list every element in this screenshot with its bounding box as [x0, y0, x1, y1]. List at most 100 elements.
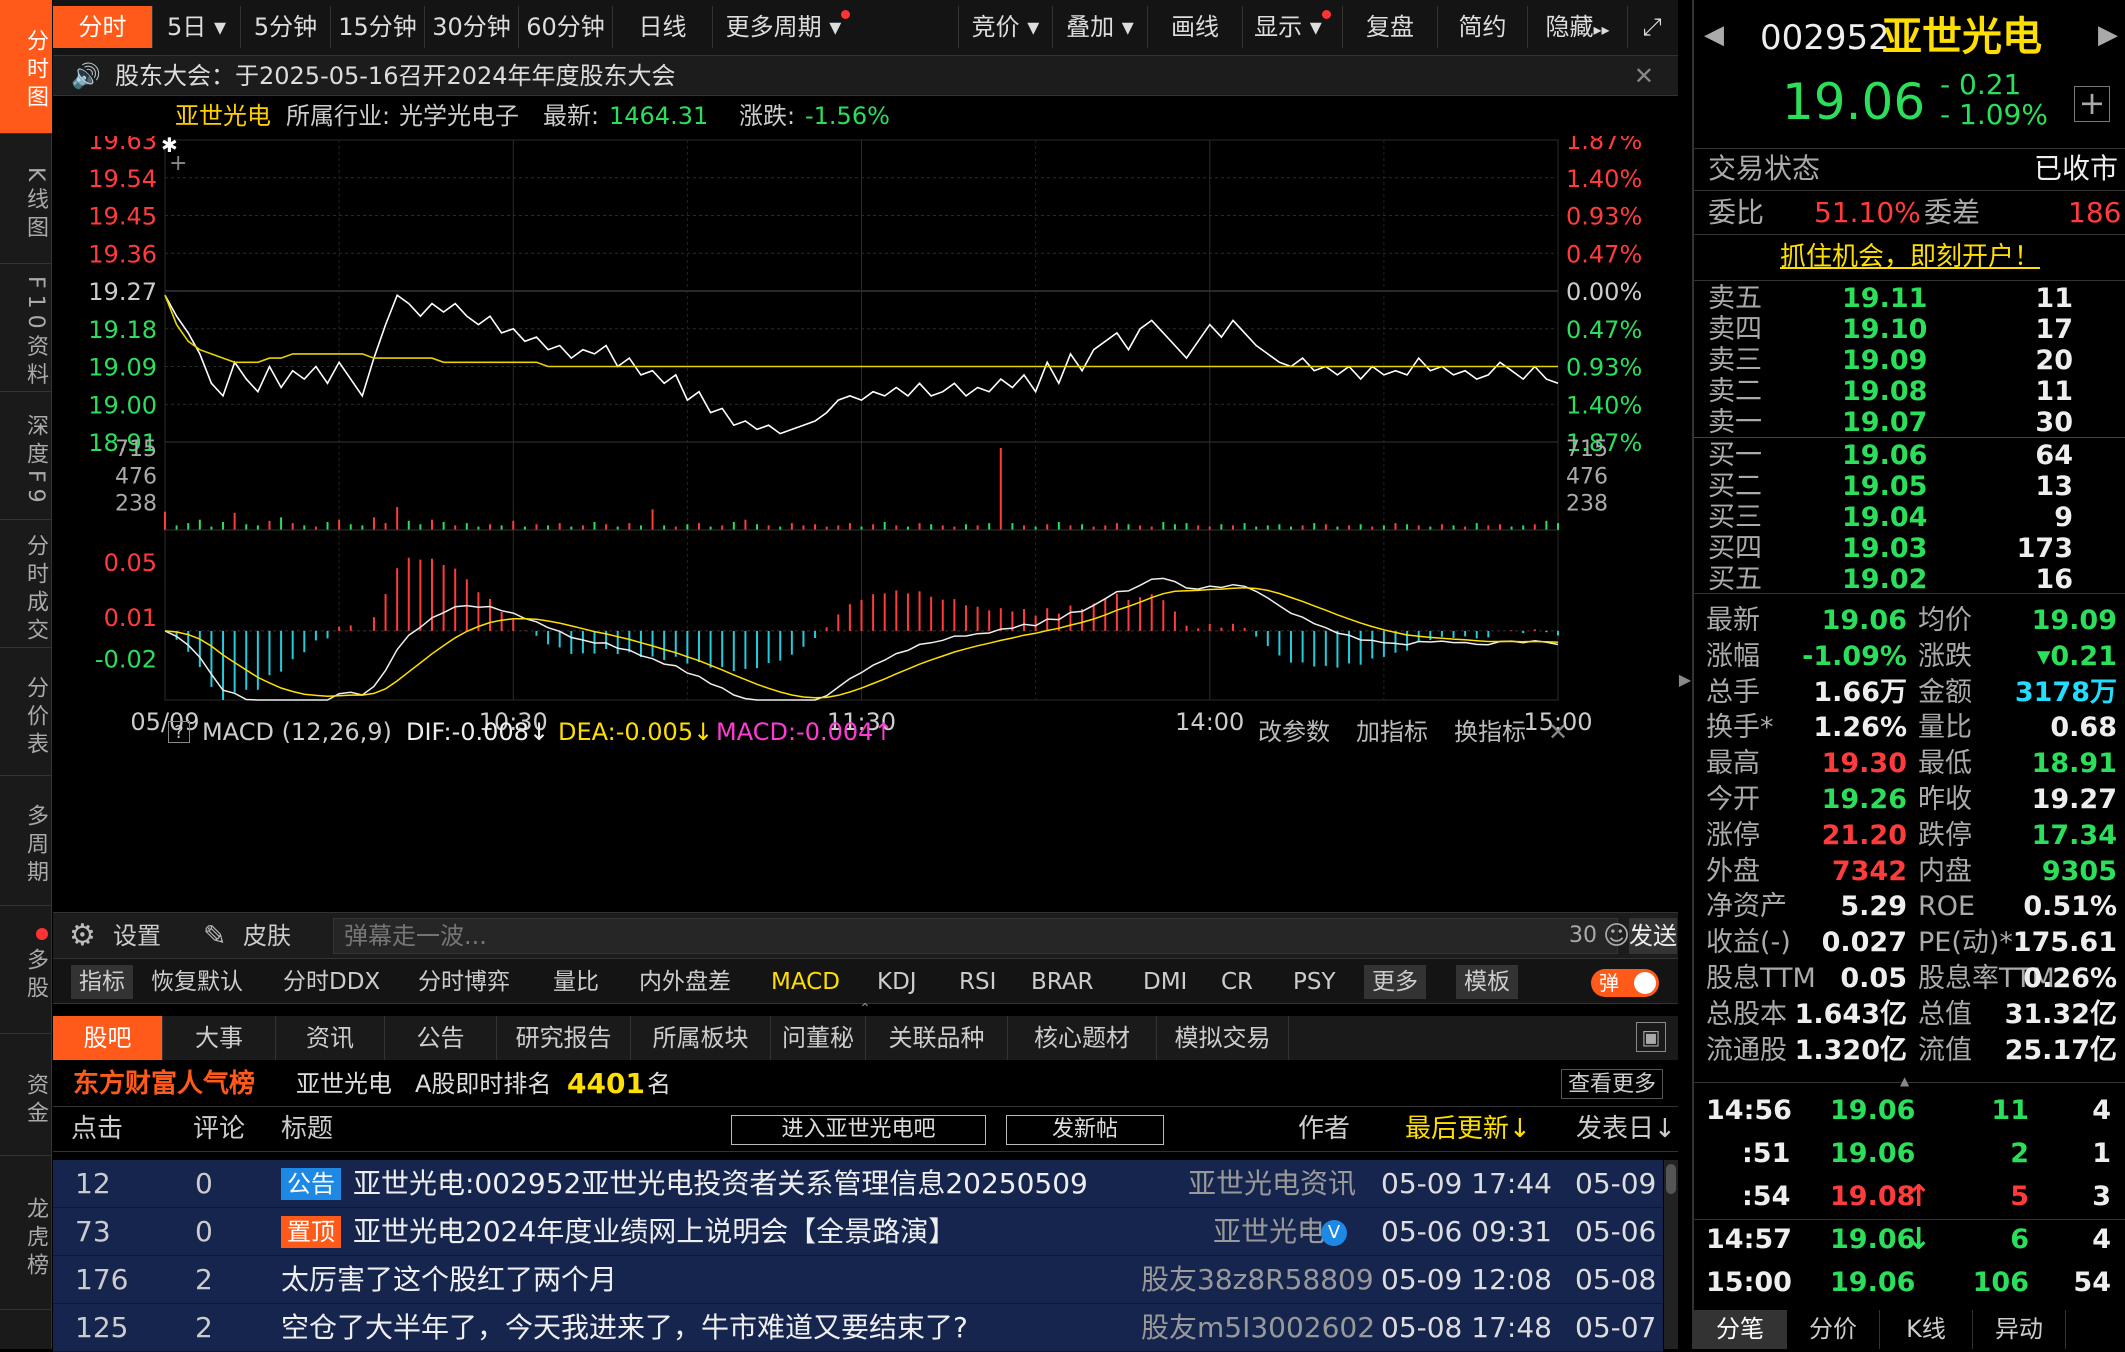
- bottom-tab-3[interactable]: 异动: [1973, 1310, 2066, 1349]
- news-tab-6[interactable]: 问董秘: [771, 1016, 866, 1060]
- news-tab-8[interactable]: 核心题材: [1008, 1016, 1157, 1060]
- post-row[interactable]: 125 2 空仓了大半年了，今天我进来了，牛市难道又要结束了? 股友m5I300260…: [53, 1304, 1663, 1352]
- indicator-tab-2[interactable]: 分时DDX: [283, 965, 380, 999]
- view-more-button[interactable]: 查看更多: [1561, 1069, 1664, 1099]
- left-nav-item-9[interactable]: 龙虎榜: [0, 1160, 52, 1310]
- post-title[interactable]: 太厉害了这个股红了两个月: [281, 1256, 617, 1304]
- settings-button[interactable]: 设置: [113, 919, 161, 953]
- post-row[interactable]: 176 2 太厉害了这个股红了两个月 股友38z8R58809 05-09 12:08 0…: [53, 1256, 1663, 1304]
- add-watchlist-icon[interactable]: +: [2074, 86, 2110, 122]
- news-tab-4[interactable]: 研究报告: [497, 1016, 631, 1060]
- ob-price[interactable]: 19.06: [1842, 441, 1927, 471]
- indicator-tab-12[interactable]: PSY: [1293, 965, 1336, 999]
- col-published[interactable]: 发表日↓: [1576, 1107, 1676, 1151]
- tab-5day[interactable]: 5日 ▾: [153, 6, 241, 48]
- ob-price[interactable]: 19.07: [1842, 408, 1927, 438]
- bottom-tab-2[interactable]: K线: [1880, 1310, 1973, 1349]
- bottom-tab-0[interactable]: 分笔: [1694, 1310, 1787, 1349]
- post-author[interactable]: 亚世光电: [1213, 1208, 1325, 1256]
- scrollbar[interactable]: [1664, 1160, 1678, 1349]
- collapse-right-icon[interactable]: ▶: [1678, 650, 1692, 710]
- news-tab-1[interactable]: 大事: [163, 1016, 276, 1060]
- left-nav-item-4[interactable]: 分时成交: [0, 524, 52, 648]
- tool-replay[interactable]: 复盘: [1343, 6, 1438, 48]
- left-nav-item-6[interactable]: 多周期: [0, 778, 52, 906]
- edit-params-button[interactable]: 改参数: [1258, 712, 1330, 752]
- emoji-icon[interactable]: ☺: [1603, 919, 1630, 953]
- panel-toggle-icon[interactable]: ▣: [1636, 1022, 1666, 1052]
- left-nav-item-5[interactable]: 分价表: [0, 652, 52, 776]
- news-tab-7[interactable]: 关联品种: [866, 1016, 1008, 1060]
- tab-30min[interactable]: 30分钟: [425, 6, 519, 48]
- post-title[interactable]: 亚世光电:002952亚世光电投资者关系管理信息20250509: [353, 1160, 1088, 1208]
- tab-daily[interactable]: 日线: [613, 6, 713, 48]
- ob-price[interactable]: 19.09: [1842, 346, 1927, 376]
- indicator-tab-10[interactable]: DMI: [1143, 965, 1187, 999]
- tool-draw[interactable]: 画线: [1148, 6, 1243, 48]
- indicator-tab-9[interactable]: BRAR: [1031, 965, 1094, 999]
- ob-price[interactable]: 19.05: [1842, 472, 1927, 502]
- news-tab-5[interactable]: 所属板块: [631, 1016, 771, 1060]
- tab-5min[interactable]: 5分钟: [241, 6, 331, 48]
- tool-auction[interactable]: 竞价 ▾: [958, 6, 1053, 48]
- tab-intraday[interactable]: 分时: [53, 6, 153, 48]
- industry-value[interactable]: 光学光电子: [399, 96, 519, 136]
- skin-button[interactable]: 皮肤: [243, 919, 291, 953]
- scrollbar-thumb[interactable]: [1666, 1164, 1676, 1194]
- indicator-tab-7[interactable]: KDJ: [877, 965, 917, 999]
- post-title[interactable]: 空仓了大半年了，今天我进来了，牛市难道又要结束了?: [281, 1304, 968, 1352]
- news-tab-2[interactable]: 资讯: [276, 1016, 385, 1060]
- indicator-tab-6[interactable]: MACD: [771, 965, 840, 999]
- ob-price[interactable]: 19.02: [1842, 565, 1927, 595]
- tab-60min[interactable]: 60分钟: [519, 6, 613, 48]
- tool-overlay[interactable]: 叠加 ▾: [1053, 6, 1148, 48]
- tab-15min[interactable]: 15分钟: [331, 6, 425, 48]
- ob-price[interactable]: 19.08: [1842, 377, 1927, 407]
- indicator-tab-11[interactable]: CR: [1221, 965, 1253, 999]
- bottom-tab-1[interactable]: 分价: [1787, 1310, 1880, 1349]
- post-author[interactable]: 亚世光电资讯: [1188, 1160, 1356, 1208]
- switch-indicator-button[interactable]: 换指标: [1454, 712, 1526, 752]
- notice-text[interactable]: 股东大会：于2025-05-16召开2024年年度股东大会: [115, 56, 676, 96]
- indicator-tab-0[interactable]: 指标: [71, 965, 133, 999]
- left-nav-item-8[interactable]: 资金: [0, 1038, 52, 1156]
- enter-forum-button[interactable]: 进入亚世光电吧: [731, 1115, 986, 1145]
- ob-price[interactable]: 19.11: [1842, 284, 1927, 314]
- post-row[interactable]: 73 0 置顶 亚世光电2024年度业绩网上说明会【全景路演】 亚世光电 V 05-06 0…: [53, 1208, 1663, 1256]
- left-nav-item-3[interactable]: 深度F9: [0, 396, 52, 520]
- left-nav-item-1[interactable]: K线图: [0, 140, 52, 264]
- danmaku-input[interactable]: [333, 918, 1618, 954]
- brush-icon[interactable]: ✎: [203, 919, 226, 953]
- indicator-tab-14[interactable]: 模板: [1456, 965, 1518, 999]
- col-comments[interactable]: 评论: [193, 1107, 245, 1151]
- news-tab-0[interactable]: 股吧: [53, 1016, 163, 1060]
- add-indicator-button[interactable]: 加指标: [1356, 712, 1428, 752]
- ob-price[interactable]: 19.04: [1842, 503, 1927, 533]
- indicator-tab-1[interactable]: 恢复默认: [151, 965, 243, 999]
- tool-hide[interactable]: 隐藏▸▸: [1528, 6, 1628, 48]
- drag-handle-icon[interactable]: ⌃: [840, 1002, 890, 1016]
- intraday-chart[interactable]: 19.63 1.87% 19.54 1.40% 19.45 0.93% 19.36 0.47%…: [53, 136, 1678, 912]
- gear-icon[interactable]: ⚙: [69, 919, 96, 953]
- indicator-tab-5[interactable]: 内外盘差: [639, 965, 731, 999]
- ob-price[interactable]: 19.03: [1842, 534, 1927, 564]
- indicator-tab-13[interactable]: 更多: [1364, 965, 1426, 999]
- open-account-link[interactable]: 抓住机会，即刻开户！: [1780, 240, 2040, 274]
- post-author[interactable]: 股友38z8R58809: [1141, 1256, 1374, 1304]
- indicator-tab-3[interactable]: 分时博弈: [418, 965, 510, 999]
- send-button[interactable]: 发送: [1629, 918, 1677, 954]
- close-icon[interactable]: ✕: [1634, 56, 1654, 96]
- ob-price[interactable]: 19.10: [1842, 315, 1927, 345]
- post-row[interactable]: 12 0 公告 亚世光电:002952亚世光电投资者关系管理信息20250509 亚世光…: [53, 1160, 1663, 1208]
- left-nav-item-2[interactable]: F10资料: [0, 268, 52, 392]
- danmaku-toggle[interactable]: 弹: [1591, 969, 1659, 997]
- post-author[interactable]: 股友m5I3002602: [1141, 1304, 1375, 1352]
- tool-simple[interactable]: 简约: [1438, 6, 1528, 48]
- tool-display[interactable]: 显示 ▾: [1243, 6, 1343, 48]
- close-icon[interactable]: ✕: [1548, 712, 1568, 752]
- next-stock-icon[interactable]: ▶: [2098, 18, 2118, 52]
- prev-stock-icon[interactable]: ◀: [1704, 18, 1724, 52]
- fullscreen-icon[interactable]: ⤢: [1628, 6, 1676, 48]
- col-clicks[interactable]: 点击: [71, 1107, 123, 1151]
- indicator-tab-8[interactable]: RSI: [959, 965, 996, 999]
